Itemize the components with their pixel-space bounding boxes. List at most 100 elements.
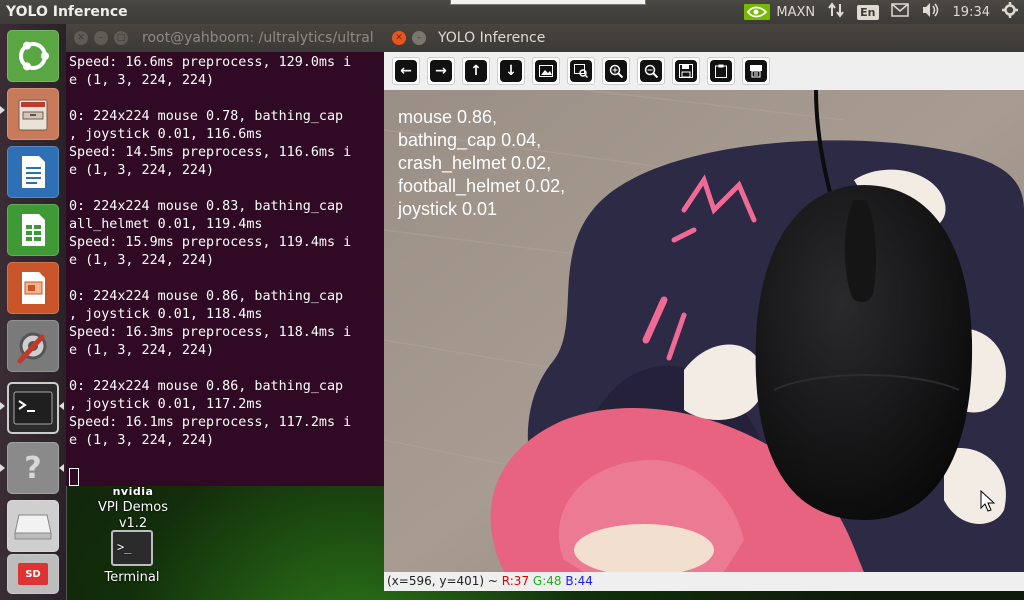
zoom-out-icon [640,60,662,82]
terminal-maximize-button[interactable]: □ [114,31,128,45]
launcher-help[interactable]: ? [7,442,59,494]
terminal-line: e (1, 3, 224, 224) [69,253,215,268]
detection-line: crash_helmet 0.02, [398,153,552,173]
save-image-button[interactable] [672,57,700,85]
terminal-line: Speed: 15.9ms preprocess, 119.4ms i [69,235,352,250]
desktop-icon-vpi-demos[interactable]: nvidia VPI Demos v1.2 [88,484,178,532]
arrow-left-icon: ← [395,60,417,82]
writer-document-icon [13,152,53,192]
properties-button[interactable] [742,57,770,85]
keyboard-layout-label: En [857,4,879,20]
terminal-line: 0: 224x224 mouse 0.86, bathing_cap [69,379,344,394]
terminal-line: e (1, 3, 224, 224) [69,73,215,88]
minimize-icon: – [416,32,422,43]
minimize-icon: – [98,32,104,43]
terminal-line: 0: 224x224 mouse 0.78, bathing_cap [69,109,344,124]
calc-spreadsheet-icon [13,210,53,250]
zoom-fit-button[interactable] [567,57,595,85]
sd-card-icon: SD [18,563,48,585]
top-panel: YOLO Inference MAXN En 19:34 [0,0,1024,24]
pan-left-button[interactable]: ← [392,57,420,85]
sound-indicator[interactable] [921,2,941,22]
terminal-window[interactable]: ✕ – □ root@yahboom: /ultralytics/ultral … [66,24,384,486]
terminal-cursor [69,468,79,486]
close-icon: ✕ [395,32,403,43]
save-icon [675,60,697,82]
image-toolbar: ← → ↑ ↓ [384,52,1024,90]
zoom-out-button[interactable] [637,57,665,85]
nvidia-power-mode[interactable]: MAXN [744,4,815,20]
terminal-prompt-icon [13,391,53,425]
launcher-system-settings[interactable] [7,320,59,372]
detection-line: football_helmet 0.02, [398,176,566,196]
copy-clipboard-button[interactable] [707,57,735,85]
pan-right-button[interactable]: → [427,57,455,85]
terminal-title: root@yahboom: /ultralytics/ultral [142,30,374,46]
properties-icon [745,60,767,82]
maximize-icon: □ [116,32,126,43]
ubuntu-logo-icon [13,36,53,76]
pan-up-button[interactable]: ↑ [462,57,490,85]
panel-popup-edge [450,0,646,5]
pixel-red-value: R:37 [501,574,530,588]
clock-label: 19:34 [952,4,990,20]
clock-indicator[interactable]: 19:34 [953,5,990,20]
terminal-close-button[interactable]: ✕ [74,31,88,45]
launcher-terminal[interactable] [7,382,59,434]
image-icon [535,60,557,82]
terminal-line: e (1, 3, 224, 224) [69,343,215,358]
messaging-indicator[interactable] [890,3,909,21]
keyboard-layout-indicator[interactable]: En [857,4,879,20]
terminal-titlebar[interactable]: ✕ – □ root@yahboom: /ultralytics/ultral [66,24,384,52]
yolo-titlebar[interactable]: ✕ – YOLO Inference [384,24,1024,52]
arrow-down-icon: ↓ [500,60,522,82]
yolo-close-button[interactable]: ✕ [392,31,406,45]
terminal-line: , joystick 0.01, 117.2ms [69,397,263,412]
focused-indicator [59,402,64,410]
terminal-output[interactable]: Speed: 16.6ms preprocess, 129.0ms i e (1,… [69,54,384,450]
terminal-line: e (1, 3, 224, 224) [69,433,215,448]
vpi-brand: nvidia [112,485,154,498]
desktop-icon-terminal[interactable]: >_ Terminal [92,530,172,585]
pixel-coordinates: (x=596, y=401) ~ [387,574,502,588]
running-indicator [0,464,5,472]
arrow-right-icon: → [430,60,452,82]
network-transfer-icon [827,1,845,23]
yolo-minimize-button[interactable]: – [412,31,426,45]
terminal-line: Speed: 16.3ms preprocess, 118.4ms i [69,325,352,340]
launcher-libreoffice-impress[interactable] [7,262,59,314]
detection-line: bathing_cap 0.04, [398,130,542,150]
yolo-title: YOLO Inference [438,30,546,46]
launcher-libreoffice-calc[interactable] [7,204,59,256]
terminal-line: Speed: 16.6ms preprocess, 129.0ms i [69,55,352,70]
terminal-line: e (1, 3, 224, 224) [69,163,215,178]
active-window-title: YOLO Inference [6,4,128,20]
launcher-sd-card[interactable]: SD [7,554,59,594]
launcher: ? SD [0,24,67,600]
image-status-bar: (x=596, y=401) ~ R:37 G:48 B:44 [384,572,1024,591]
terminal-minimize-button[interactable]: – [94,31,108,45]
session-indicator[interactable] [1002,2,1018,22]
terminal-icon: >_ [111,530,153,566]
yolo-inference-window[interactable]: ✕ – YOLO Inference ← → ↑ ↓ mouse 0.86, b… [384,24,1024,591]
camera-frame[interactable]: mouse 0.86, bathing_cap 0.04, crash_helmet… [384,90,1024,572]
zoom-fit-icon [570,60,592,82]
pan-down-button[interactable]: ↓ [497,57,525,85]
launcher-usb-drive[interactable] [7,500,59,552]
power-mode-label: MAXN [776,4,816,20]
zoom-in-icon [605,60,627,82]
help-question-icon: ? [24,450,42,486]
zoom-reset-button[interactable] [532,57,560,85]
launcher-ubuntu-dash[interactable] [7,30,59,82]
terminal-line: , joystick 0.01, 118.4ms [69,307,263,322]
drive-icon [13,509,53,543]
launcher-files[interactable] [7,88,59,140]
network-indicator[interactable] [827,1,845,23]
nvidia-icon [744,4,771,20]
zoom-in-button[interactable] [602,57,630,85]
launcher-libreoffice-writer[interactable] [7,146,59,198]
